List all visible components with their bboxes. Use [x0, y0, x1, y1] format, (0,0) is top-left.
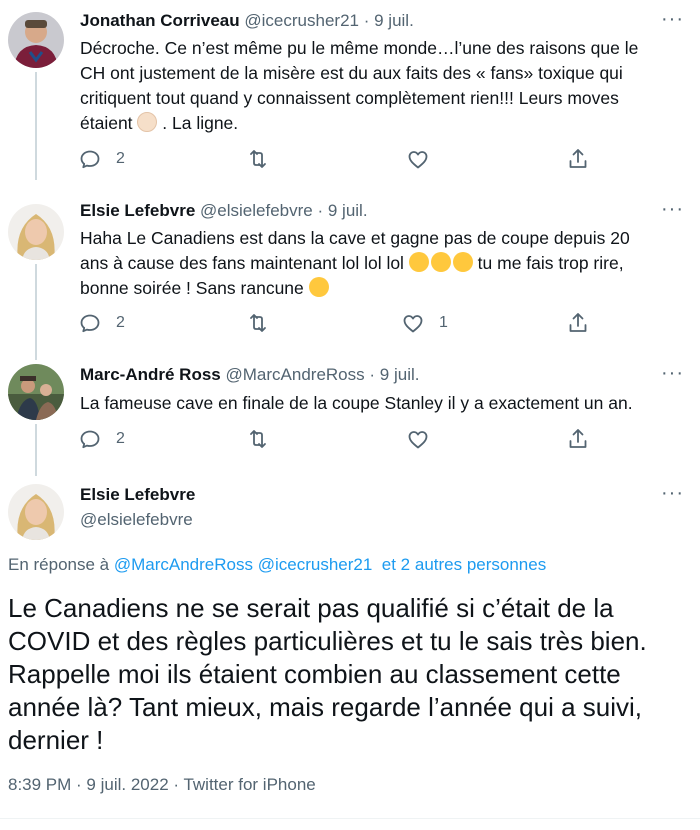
- share-icon: [569, 429, 587, 448]
- like-icon: [403, 315, 423, 333]
- avatar[interactable]: [8, 204, 64, 260]
- retweet-icon: [250, 430, 266, 448]
- author-name[interactable]: Elsie Lefebvre: [80, 484, 195, 506]
- winking-tongue-emoji-icon: [308, 277, 329, 297]
- thread-line: [35, 72, 37, 180]
- separator-dot: ·: [363, 11, 370, 30]
- action-bar: 2 1: [78, 311, 588, 335]
- author-handle[interactable]: @icecrusher21: [244, 11, 359, 30]
- thread-line: [35, 264, 37, 360]
- like-icon: [408, 431, 428, 449]
- share-icon: [569, 149, 587, 168]
- tweet-header: Jonathan Corriveau @icecrusher21 · 9 jui…: [80, 10, 414, 32]
- tweet-text-part: . La ligne.: [157, 113, 239, 133]
- tweet-date[interactable]: 9 juil.: [380, 365, 420, 384]
- reply-prefix: En réponse à: [8, 555, 114, 574]
- reply-icon: [80, 430, 100, 449]
- retweet-icon: [250, 314, 266, 332]
- tweet-text: La fameuse cave en finale de la coupe St…: [80, 391, 660, 416]
- tweet-date[interactable]: 9 juil.: [328, 201, 368, 220]
- reply-count: 2: [116, 314, 125, 331]
- reply-icon: [80, 150, 100, 169]
- avatar[interactable]: [8, 364, 64, 420]
- like-icon: [408, 151, 428, 169]
- tweet-1[interactable]: Jonathan Corriveau @icecrusher21 · 9 jui…: [0, 9, 700, 180]
- author-name[interactable]: Jonathan Corriveau: [80, 11, 240, 30]
- laughing-emoji-icon: [408, 252, 429, 272]
- share-button[interactable]: [566, 427, 590, 451]
- retweet-button[interactable]: [246, 427, 270, 451]
- author-name[interactable]: Marc-André Ross: [80, 365, 221, 384]
- reply-count: 2: [116, 150, 125, 167]
- more-icon[interactable]: ···: [661, 363, 684, 383]
- more-icon[interactable]: ···: [661, 9, 684, 29]
- tweet-3[interactable]: Marc-André Ross @MarcAndreRoss · 9 juil.…: [0, 363, 700, 476]
- separator-dot: ·: [317, 201, 324, 220]
- reply-context: En réponse à @MarcAndreRoss @icecrusher2…: [8, 555, 546, 575]
- separator-dot: ·: [369, 365, 376, 384]
- reply-button[interactable]: 2: [78, 311, 125, 335]
- ok-hand-emoji-icon: [137, 112, 158, 132]
- retweet-icon: [250, 150, 266, 168]
- share-button[interactable]: [566, 147, 590, 171]
- tweet-text-part: La fameuse cave en finale de la coupe St…: [80, 393, 633, 413]
- focused-tweet-text: Le Canadiens ne se serait pas qualifié s…: [8, 593, 647, 755]
- tweet-header: Elsie Lefebvre @elsielefebvre · 9 juil.: [80, 200, 368, 222]
- mention-link[interactable]: @icecrusher21: [258, 555, 373, 574]
- laughing-emoji-icon: [452, 252, 473, 272]
- author-name[interactable]: Elsie Lefebvre: [80, 201, 195, 220]
- thread-line: [35, 424, 37, 476]
- laughing-emoji-icon: [430, 252, 451, 272]
- avatar[interactable]: [8, 484, 64, 540]
- tweet-meta[interactable]: 8:39 PM · 9 juil. 2022 · Twitter for iPh…: [8, 775, 316, 795]
- author-handle[interactable]: @elsielefebvre: [80, 509, 195, 531]
- divider: [0, 818, 700, 819]
- avatar[interactable]: [8, 12, 64, 68]
- action-bar: 2: [78, 147, 588, 171]
- like-button[interactable]: [406, 427, 430, 451]
- author-handle[interactable]: @elsielefebvre: [200, 201, 313, 220]
- share-button[interactable]: [566, 311, 590, 335]
- tweet-text: Haha Le Canadiens est dans la cave et ga…: [80, 226, 660, 301]
- reply-button[interactable]: 2: [78, 147, 125, 171]
- tweet-header: Elsie Lefebvre @elsielefebvre: [80, 484, 195, 531]
- retweet-button[interactable]: [246, 311, 270, 335]
- like-count: 1: [439, 314, 448, 331]
- more-mentions-link[interactable]: et 2 autres personnes: [382, 555, 546, 574]
- retweet-button[interactable]: [246, 147, 270, 171]
- reply-button[interactable]: 2: [78, 427, 125, 451]
- tweet-text: Décroche. Ce n’est même pu le même monde…: [80, 36, 660, 136]
- tweet-date[interactable]: 9 juil.: [374, 11, 414, 30]
- more-icon[interactable]: ···: [661, 483, 684, 503]
- like-button[interactable]: [406, 147, 430, 171]
- focused-tweet: Elsie Lefebvre @elsielefebvre ···: [0, 483, 700, 544]
- share-icon: [569, 313, 587, 332]
- like-button[interactable]: 1: [401, 311, 448, 335]
- action-bar: 2: [78, 427, 588, 451]
- author-handle[interactable]: @MarcAndreRoss: [226, 365, 365, 384]
- tweet-2[interactable]: Elsie Lefebvre @elsielefebvre · 9 juil. …: [0, 199, 700, 360]
- tweet-header: Marc-André Ross @MarcAndreRoss · 9 juil.: [80, 364, 419, 386]
- more-icon[interactable]: ···: [661, 199, 684, 219]
- mention-link[interactable]: @MarcAndreRoss: [114, 555, 253, 574]
- reply-count: 2: [116, 430, 125, 447]
- reply-icon: [80, 314, 100, 333]
